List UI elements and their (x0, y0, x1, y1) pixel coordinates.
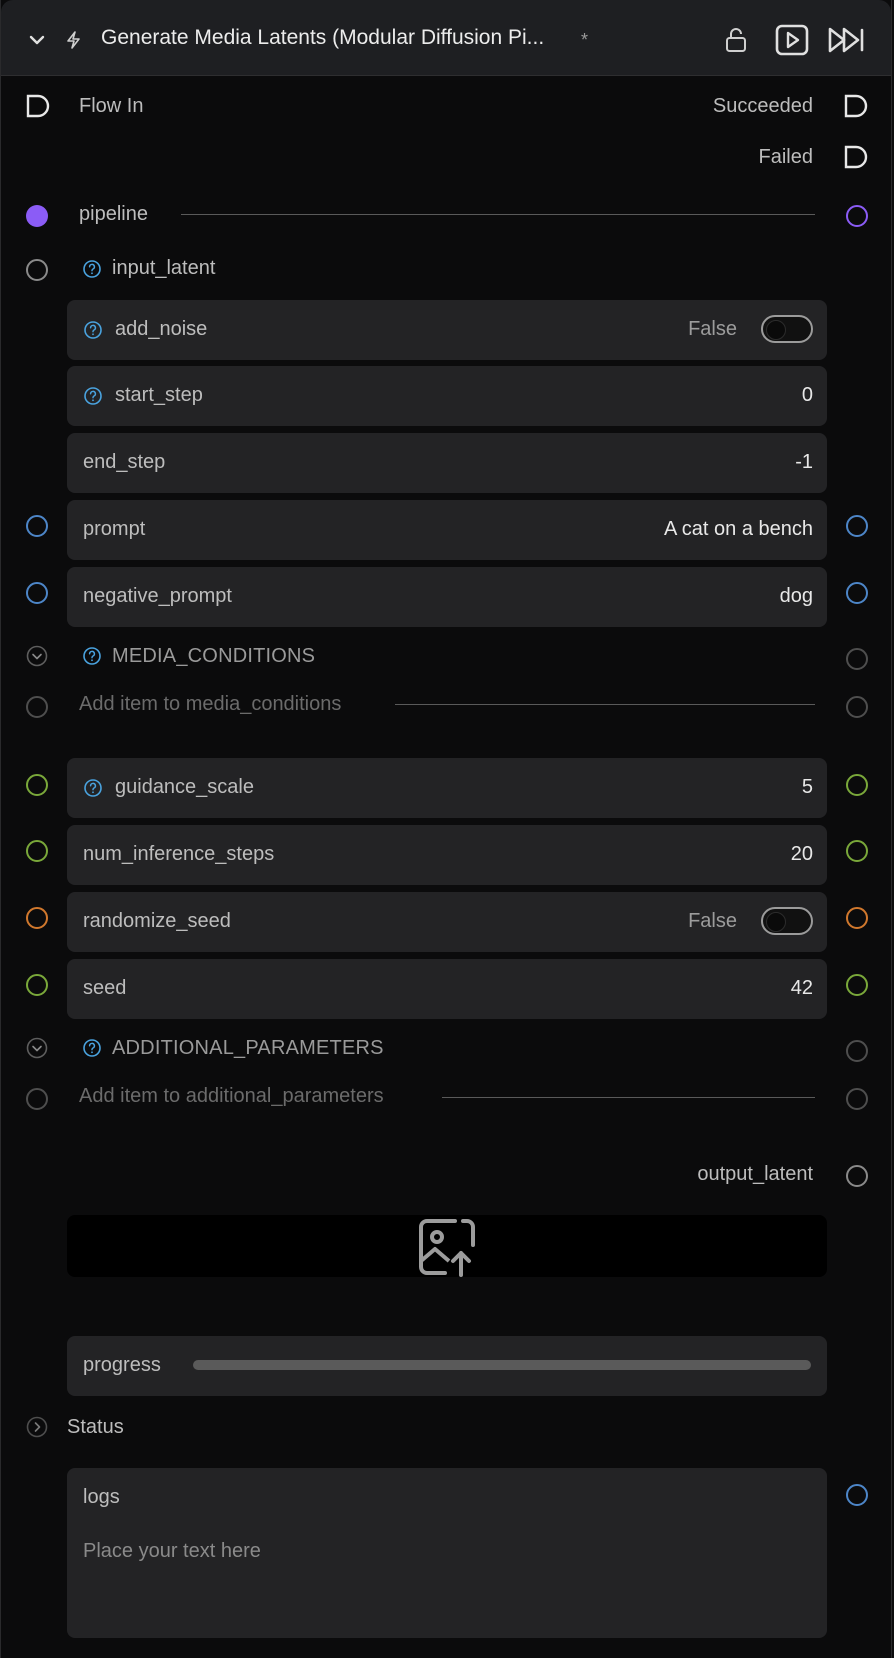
add-noise-row: add_noise False (67, 300, 827, 360)
pipeline-divider (181, 214, 815, 215)
prompt-value[interactable]: A cat on a bench (664, 518, 813, 541)
failed-label: Failed (758, 146, 813, 168)
logs-label: logs (83, 1486, 120, 1508)
pipeline-label: pipeline (79, 203, 148, 225)
media-conditions-divider (395, 704, 815, 705)
prompt-row[interactable]: prompt A cat on a bench (67, 500, 827, 560)
end-step-label: end_step (83, 451, 166, 473)
output-latent-label: output_latent (697, 1163, 813, 1185)
fast-forward-icon[interactable] (827, 26, 865, 54)
help-circle-icon[interactable] (82, 1038, 102, 1058)
flow-in-label: Flow In (79, 95, 144, 117)
num-inference-steps-label: num_inference_steps (83, 843, 275, 865)
end-step-row[interactable]: end_step -1 (67, 433, 827, 493)
chevron-down-icon[interactable] (27, 30, 47, 50)
guidance-scale-value[interactable]: 5 (802, 776, 813, 799)
node-card: Generate Media Latents (Modular Diffusio… (0, 0, 892, 1658)
prompt-label: prompt (83, 518, 146, 540)
additional-parameters-output-port[interactable] (846, 1040, 868, 1062)
additional-parameters-add-item[interactable]: Add item to additional_parameters (79, 1085, 384, 1108)
help-circle-icon[interactable] (83, 320, 103, 340)
image-upload-icon[interactable] (415, 1215, 479, 1279)
succeeded-port[interactable] (844, 94, 868, 118)
negative-prompt-row[interactable]: negative_prompt dog (67, 567, 827, 627)
toggle-knob (766, 320, 786, 340)
help-circle-icon[interactable] (83, 386, 103, 406)
seed-label: seed (83, 977, 127, 999)
seed-input-port[interactable] (26, 974, 48, 996)
logs-textarea[interactable]: logs Place your text here (67, 1468, 827, 1638)
additional-parameters-add-port[interactable] (26, 1088, 48, 1110)
prompt-input-port[interactable] (26, 515, 48, 537)
seed-row[interactable]: seed 42 (67, 959, 827, 1019)
seed-value[interactable]: 42 (791, 977, 813, 1000)
media-conditions-add-item[interactable]: Add item to media_conditions (79, 693, 341, 716)
guidance-scale-input-port[interactable] (26, 774, 48, 796)
help-circle-icon[interactable] (82, 646, 102, 666)
logs-output-port[interactable] (846, 1484, 868, 1506)
output-latent-port[interactable] (846, 1165, 868, 1187)
play-icon[interactable] (775, 24, 809, 56)
media-conditions-add-output-port[interactable] (846, 696, 868, 718)
input-latent-port[interactable] (26, 259, 48, 281)
chevron-down-circle-icon[interactable] (26, 645, 48, 667)
num-inference-steps-value[interactable]: 20 (791, 843, 813, 866)
guidance-scale-output-port[interactable] (846, 774, 868, 796)
randomize-seed-input-port[interactable] (26, 907, 48, 929)
progress-bar (193, 1360, 811, 1370)
input-latent-label: input_latent (112, 257, 216, 279)
prompt-output-port[interactable] (846, 515, 868, 537)
guidance-scale-row[interactable]: guidance_scale 5 (67, 758, 827, 818)
end-step-value[interactable]: -1 (795, 451, 813, 474)
start-step-label: start_step (115, 384, 203, 406)
add-noise-value: False (688, 318, 737, 340)
toggle-knob (766, 912, 786, 932)
add-noise-label: add_noise (115, 318, 208, 340)
help-circle-icon[interactable] (82, 259, 102, 279)
negative-prompt-output-port[interactable] (846, 582, 868, 604)
logs-placeholder: Place your text here (83, 1540, 261, 1562)
guidance-scale-label: guidance_scale (115, 776, 254, 798)
lightning-icon (67, 31, 80, 49)
negative-prompt-label: negative_prompt (83, 585, 232, 607)
negative-prompt-input-port[interactable] (26, 582, 48, 604)
progress-row: progress (67, 1336, 827, 1396)
randomize-seed-output-port[interactable] (846, 907, 868, 929)
num-inference-steps-row[interactable]: num_inference_steps 20 (67, 825, 827, 885)
additional-parameters-add-output-port[interactable] (846, 1088, 868, 1110)
modified-marker: * (581, 30, 589, 50)
unlock-icon[interactable] (723, 26, 749, 54)
start-step-value[interactable]: 0 (802, 384, 813, 407)
negative-prompt-value[interactable]: dog (780, 585, 813, 608)
media-preview[interactable] (67, 1215, 827, 1277)
pipeline-input-port[interactable] (26, 205, 48, 227)
progress-label: progress (83, 1354, 161, 1376)
node-title: Generate Media Latents (Modular Diffusio… (101, 26, 545, 49)
additional-parameters-divider (442, 1097, 815, 1098)
flow-in-port[interactable] (26, 94, 50, 118)
additional-parameters-title: ADDITIONAL_PARAMETERS (112, 1037, 384, 1059)
chevron-right-circle-icon[interactable] (26, 1416, 48, 1438)
media-conditions-title: MEDIA_CONDITIONS (112, 645, 316, 667)
succeeded-label: Succeeded (712, 95, 813, 117)
node-header: Generate Media Latents (Modular Diffusio… (1, 0, 891, 76)
status-label[interactable]: Status (67, 1416, 124, 1439)
num-inference-steps-input-port[interactable] (26, 840, 48, 862)
chevron-down-circle-icon[interactable] (26, 1037, 48, 1059)
failed-port[interactable] (844, 145, 868, 169)
num-inference-steps-output-port[interactable] (846, 840, 868, 862)
randomize-seed-row: randomize_seed False (67, 892, 827, 952)
media-conditions-add-port[interactable] (26, 696, 48, 718)
start-step-row[interactable]: start_step 0 (67, 366, 827, 426)
help-circle-icon[interactable] (83, 778, 103, 798)
seed-output-port[interactable] (846, 974, 868, 996)
randomize-seed-toggle[interactable] (761, 907, 813, 935)
add-noise-toggle[interactable] (761, 315, 813, 343)
randomize-seed-label: randomize_seed (83, 910, 231, 932)
pipeline-output-port[interactable] (846, 205, 868, 227)
randomize-seed-value: False (688, 910, 737, 932)
media-conditions-output-port[interactable] (846, 648, 868, 670)
